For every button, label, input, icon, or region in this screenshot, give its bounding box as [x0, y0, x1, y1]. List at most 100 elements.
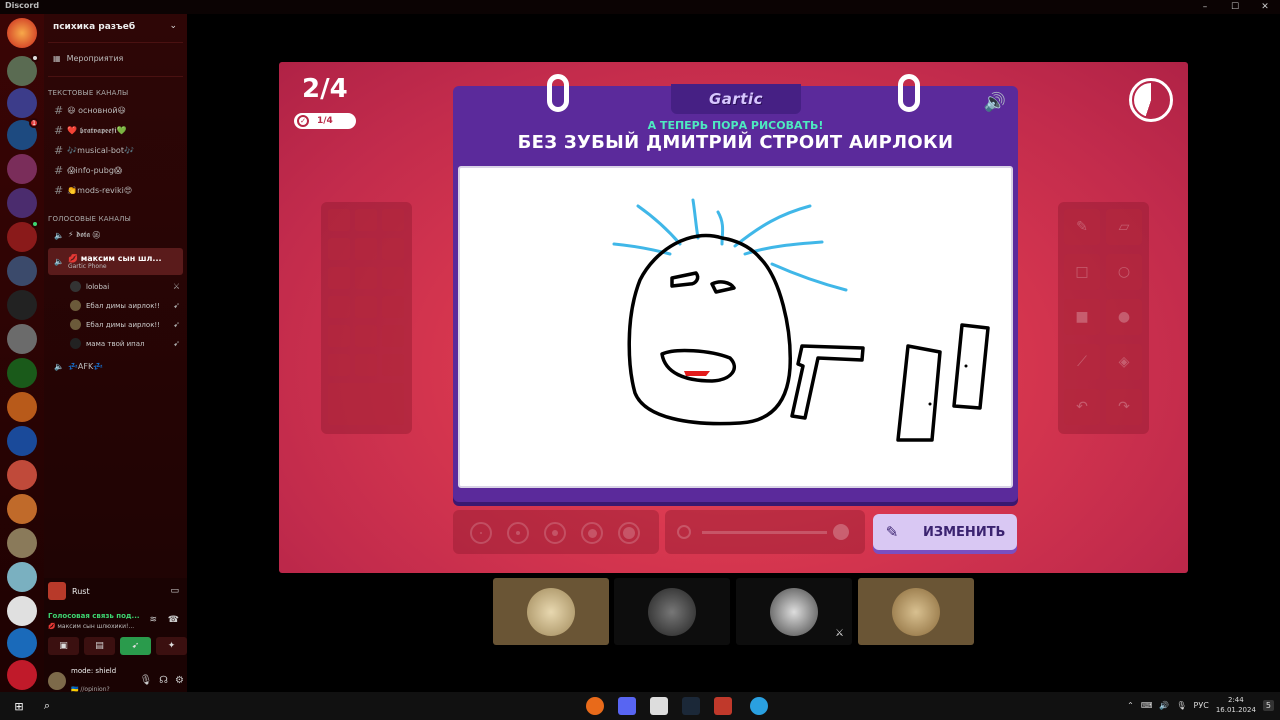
color-swatch[interactable]: [328, 238, 350, 260]
server-icon[interactable]: 1: [7, 118, 39, 150]
color-swatch[interactable]: [382, 325, 404, 347]
microphone-icon[interactable]: 🎙: [1176, 701, 1186, 710]
close-button[interactable]: ✕: [1250, 0, 1280, 14]
screen-share-icon[interactable]: ▭: [170, 586, 179, 596]
color-swatch[interactable]: [382, 354, 404, 376]
color-swatch[interactable]: [355, 325, 377, 347]
text-channel[interactable]: # 👏mods-reviki😍: [54, 184, 132, 197]
discord-icon[interactable]: [618, 697, 636, 715]
server-icon[interactable]: [7, 494, 37, 524]
slider-thumb[interactable]: [833, 524, 849, 540]
category-voice[interactable]: ГОЛОСОВЫЕ КАНАЛЫ: [48, 215, 131, 223]
steam-icon[interactable]: [682, 697, 700, 715]
color-swatch[interactable]: [382, 209, 404, 231]
server-icon[interactable]: [7, 256, 37, 286]
filled-rectangle-icon[interactable]: ■: [1064, 299, 1100, 335]
voice-member[interactable]: lolobai ⚔: [70, 281, 180, 292]
telegram-icon[interactable]: [750, 697, 768, 715]
color-swatch[interactable]: [382, 267, 404, 289]
brush-size-4[interactable]: [581, 522, 603, 544]
eraser-icon[interactable]: ▱: [1106, 209, 1142, 245]
drawing-canvas[interactable]: [458, 166, 1013, 488]
windows-start-icon[interactable]: ⊞: [10, 697, 28, 715]
participant-tile[interactable]: ⚔: [736, 578, 852, 645]
color-swatch[interactable]: [382, 296, 404, 318]
slider-track[interactable]: [702, 531, 827, 534]
voice-member[interactable]: Ебал димы аирлок!! ➹: [70, 300, 180, 311]
headphones-icon[interactable]: ☊: [159, 675, 168, 686]
participant-tile[interactable]: [493, 578, 609, 645]
category-text[interactable]: ТЕКСТОВЫЕ КАНАЛЫ: [48, 89, 128, 97]
text-channel[interactable]: # 😃 основной😃: [54, 104, 126, 117]
language-indicator[interactable]: РУС: [1194, 701, 1209, 710]
server-icon[interactable]: [7, 154, 37, 184]
server-icon[interactable]: [7, 596, 37, 626]
text-channel[interactable]: # 🎶musical-bot🎶: [54, 144, 134, 157]
voice-member[interactable]: Ебал димы аирлок!! ➹: [70, 319, 180, 330]
server-icon[interactable]: [7, 358, 37, 388]
custom-color-swatch[interactable]: [328, 383, 404, 425]
server-icon[interactable]: [7, 562, 37, 592]
chevron-down-icon[interactable]: ⌄: [169, 21, 177, 31]
color-swatch[interactable]: [355, 354, 377, 376]
volume-icon[interactable]: 🔊: [1159, 701, 1169, 710]
chevron-up-icon[interactable]: ⌃: [1127, 701, 1134, 710]
participant-tile[interactable]: [614, 578, 730, 645]
filled-ellipse-icon[interactable]: ●: [1106, 299, 1142, 335]
clock[interactable]: 2:44 16.01.2024: [1216, 695, 1256, 715]
server-icon[interactable]: [7, 426, 37, 456]
brush-size-2[interactable]: [507, 522, 529, 544]
network-icon[interactable]: ⌨: [1141, 701, 1153, 710]
server-name[interactable]: психика разъеб: [53, 22, 135, 32]
color-swatch[interactable]: [328, 267, 350, 289]
color-swatch[interactable]: [355, 238, 377, 260]
edit-button[interactable]: ✎ ИЗМЕНИТЬ: [873, 514, 1017, 550]
server-icon[interactable]: [7, 88, 37, 118]
voice-member[interactable]: мама твой ипал ➹: [70, 338, 180, 349]
activity-button[interactable]: ➹: [120, 637, 151, 655]
speaker-icon[interactable]: 🔊: [984, 92, 1006, 113]
brush-size-5[interactable]: [618, 522, 640, 544]
disconnect-icon[interactable]: ☎: [168, 615, 179, 625]
activity-status[interactable]: Rust: [48, 582, 90, 600]
pencil-icon[interactable]: ✎: [1064, 209, 1100, 245]
voice-channel-afk[interactable]: 🔈 💤AFK💤: [54, 362, 103, 371]
server-icon[interactable]: [7, 188, 37, 218]
voice-channel-active[interactable]: 🔈 💋 максим сын шл... Gartic Phone: [48, 248, 183, 275]
server-icon[interactable]: [7, 324, 37, 354]
server-icon[interactable]: [7, 392, 37, 422]
notifications-icon[interactable]: 5: [1262, 699, 1274, 711]
rust-icon[interactable]: [714, 697, 732, 715]
server-icon[interactable]: [7, 660, 37, 690]
maximize-button[interactable]: ☐: [1220, 0, 1250, 14]
minimize-button[interactable]: –: [1190, 0, 1220, 14]
server-icon[interactable]: [7, 290, 37, 320]
server-icon[interactable]: [7, 628, 37, 658]
color-swatch[interactable]: [328, 296, 350, 318]
color-swatch[interactable]: [355, 296, 377, 318]
soundboard-button[interactable]: ✦: [156, 637, 187, 655]
discord-home-icon[interactable]: [7, 18, 37, 48]
fill-bucket-icon[interactable]: ◈: [1106, 344, 1142, 380]
share-screen-button[interactable]: ▤: [84, 637, 115, 655]
color-swatch[interactable]: [328, 209, 350, 231]
server-icon[interactable]: [7, 460, 37, 490]
brush-size-3[interactable]: [544, 522, 566, 544]
undo-icon[interactable]: ↶: [1064, 389, 1100, 425]
color-swatch[interactable]: [328, 354, 350, 376]
participant-tile[interactable]: [858, 578, 974, 645]
server-icon-active[interactable]: [7, 220, 39, 252]
color-swatch[interactable]: [328, 325, 350, 347]
voice-connection-status[interactable]: Голосовая связь под...: [48, 612, 140, 620]
brush-size-1[interactable]: [470, 522, 492, 544]
search-icon[interactable]: ⌕: [38, 697, 56, 715]
line-icon[interactable]: ⟋: [1064, 344, 1100, 380]
app-icon[interactable]: [650, 697, 668, 715]
gear-icon[interactable]: ⚙: [175, 675, 184, 686]
server-icon[interactable]: [7, 54, 39, 86]
waveform-icon[interactable]: ≋: [149, 615, 157, 625]
microphone-icon[interactable]: 🎙: [139, 675, 152, 686]
voice-channel-dota[interactable]: 🔈 ⚡ 𝖉𝖔𝖙𝖆 ⑯: [54, 230, 100, 240]
color-swatch[interactable]: [382, 238, 404, 260]
firefox-icon[interactable]: [586, 697, 604, 715]
